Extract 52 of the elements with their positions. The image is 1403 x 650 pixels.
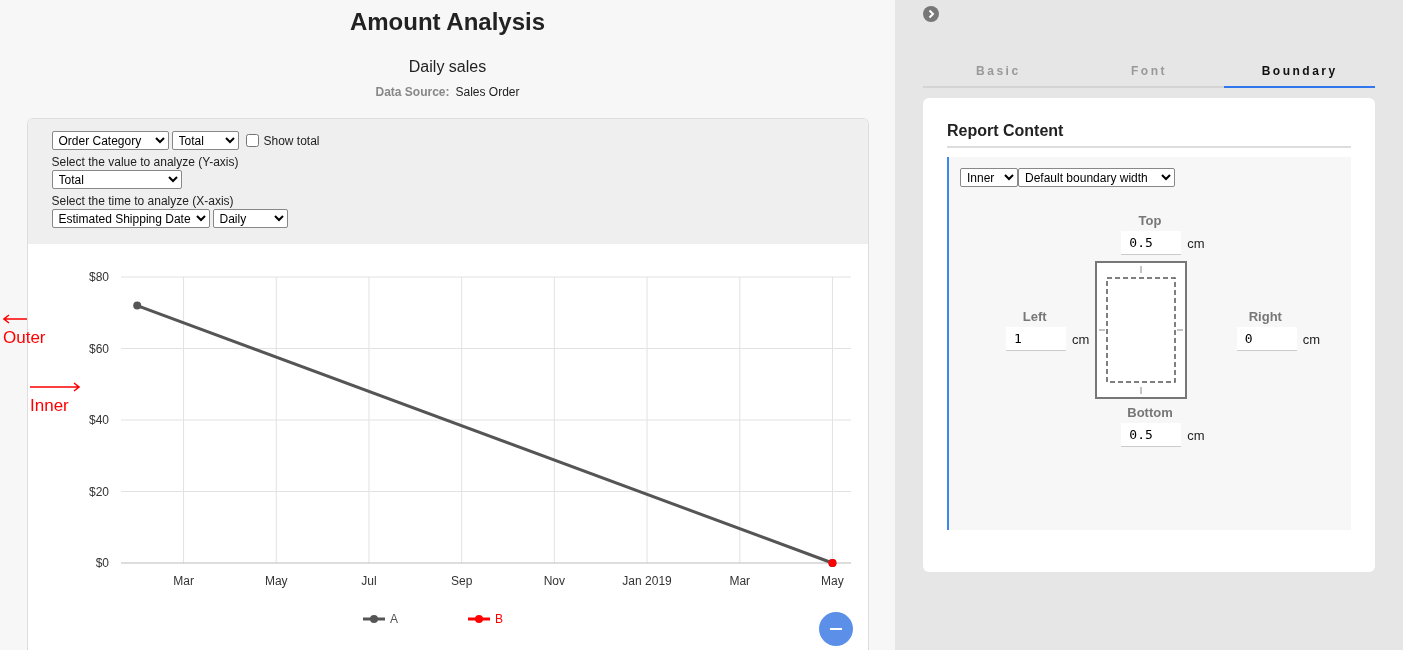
axis-label: May: [820, 574, 844, 588]
margin-input[interactable]: 0.5: [1121, 231, 1182, 255]
show-total-label: Show total: [263, 133, 320, 148]
report-title: Amount Analysis: [349, 8, 546, 36]
side-label: Top: [1138, 213, 1162, 228]
axis-label: Jul: [360, 574, 377, 588]
axis-label: $60: [88, 341, 109, 356]
axis-label: Sep: [450, 574, 472, 588]
axis-label: Jan 2019: [621, 574, 672, 588]
left-arrow-icon: [3, 314, 27, 324]
margin-input[interactable]: 1: [1006, 327, 1066, 351]
side-label: Right: [1248, 309, 1282, 324]
boundary-mode-select[interactable]: Inner: [960, 168, 1018, 187]
show-total-checkbox[interactable]: [245, 134, 259, 147]
chevron-circle-icon[interactable]: [923, 6, 939, 22]
x-axis-field-select[interactable]: Estimated Shipping Date: [51, 209, 210, 228]
y-axis-label: Select the value to analyze (Y-axis): [51, 155, 240, 169]
unit-label: cm: [1187, 235, 1205, 251]
annotation-label: Inner: [30, 396, 69, 416]
chart-subtitle: Daily sales: [408, 58, 487, 76]
axis-label: Mar: [728, 574, 750, 588]
unit-label: cm: [1072, 331, 1090, 347]
legend-marker: [467, 615, 490, 623]
y-axis-select[interactable]: Total: [51, 170, 182, 189]
axis-label: $80: [88, 270, 109, 284]
margin-input[interactable]: 0.5: [1121, 423, 1182, 447]
margin-input[interactable]: 0: [1236, 327, 1297, 351]
legend-label[interactable]: A: [389, 612, 398, 626]
unit-label: cm: [1302, 331, 1320, 347]
axis-label: $0: [95, 556, 109, 570]
tab[interactable]: Boundary: [1224, 54, 1375, 88]
axis-label: Nov: [543, 574, 565, 588]
group-by-select[interactable]: Order Category: [51, 131, 169, 150]
legend-label[interactable]: B: [494, 612, 503, 626]
group-value-select[interactable]: Total: [171, 131, 239, 150]
axis-label: Mar: [172, 574, 194, 588]
axis-label: $40: [88, 413, 109, 427]
side-label: Bottom: [1127, 405, 1173, 420]
axis-label: May: [264, 574, 288, 588]
interval-select[interactable]: Daily: [212, 209, 288, 228]
x-axis-label: Select the time to analyze (X-axis): [51, 194, 235, 208]
annotation-label: Outer: [3, 328, 46, 348]
legend-marker: [362, 615, 385, 623]
data-source-value: Sales Order: [455, 85, 520, 99]
unit-label: cm: [1187, 427, 1205, 443]
side-label: Left: [1022, 309, 1047, 324]
boundary-width-select[interactable]: Default boundary width: [1018, 168, 1175, 187]
minus-icon: [830, 628, 842, 630]
right-arrow-icon: [30, 382, 80, 392]
axis-label: $20: [88, 484, 109, 499]
data-source-label: Data Source:: [375, 85, 450, 99]
section-title: Report Content: [947, 122, 1351, 148]
